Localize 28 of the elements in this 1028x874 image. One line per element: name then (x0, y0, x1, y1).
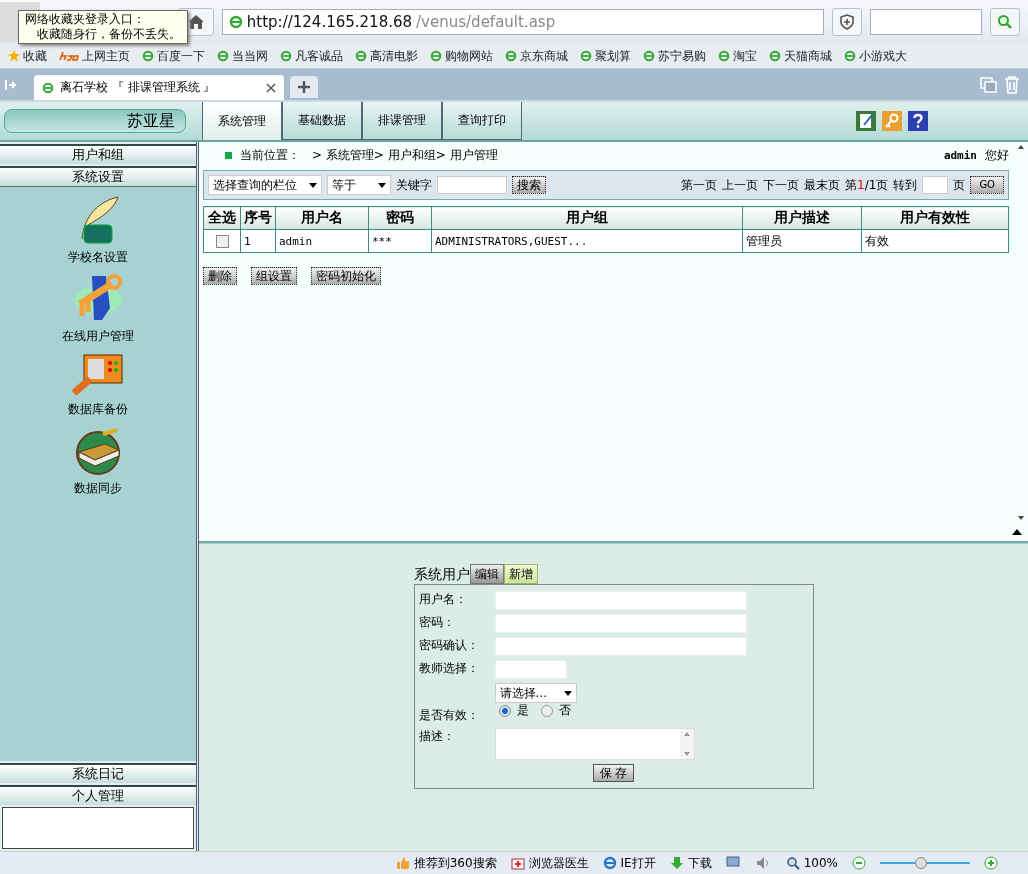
page-info: 第1/1页 (845, 176, 889, 194)
breadcrumb-path: > 系统管理> 用户和组> 用户管理 (312, 146, 498, 164)
table-cell: 有效 (861, 229, 1009, 253)
field-label: 是否有效： (418, 707, 480, 724)
table-cell: ADMINISTRATORS,GUEST... (431, 229, 743, 253)
breadcrumb-label: 当前位置： (240, 146, 300, 164)
column-header: 用户名 (275, 206, 369, 230)
column-header: 用户描述 (742, 206, 862, 230)
field-label: 描述： (418, 728, 456, 745)
goto-label: 转到 (893, 176, 918, 194)
form-title: 系统用户 (413, 566, 470, 584)
brand-label: 苏亚星 (4, 109, 186, 133)
column-header: 全选 (203, 206, 241, 230)
greeting-text: 您好 (985, 146, 1009, 164)
column-header: 用户组 (431, 206, 743, 230)
tooltip-title: 网络收藏夹登录入口： (25, 12, 146, 27)
tooltip-text: 收藏随身行，备份不丢失。 (36, 27, 181, 42)
column-header: 用户有效性 (861, 206, 1009, 230)
table-cell: 管理员 (742, 229, 862, 253)
field-label: 密码确认： (418, 637, 480, 654)
column-header: 密码 (368, 206, 432, 230)
field-label: 密码： (418, 614, 456, 631)
field-label: 用户名： (418, 591, 468, 608)
field-label: 教师选择： (418, 660, 480, 677)
keyword-label: 关键字 (396, 176, 432, 194)
column-header: 序号 (240, 206, 276, 230)
page-label: 页 (953, 176, 966, 194)
user-name: admin (943, 148, 977, 162)
